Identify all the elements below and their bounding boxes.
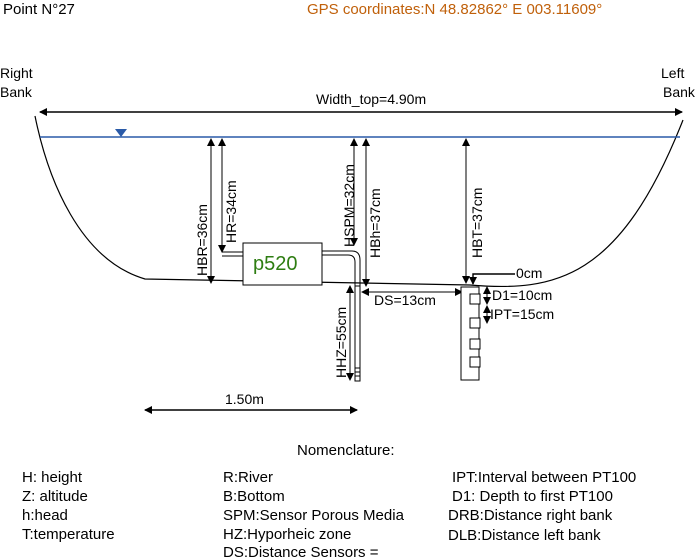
- nomenclature-item: h:head: [22, 507, 68, 524]
- zero-reference-arrow: [469, 273, 515, 285]
- nomenclature-item: B:Bottom: [223, 488, 285, 505]
- nomenclature-item: Z: altitude: [22, 488, 88, 505]
- d1-label: D1=10cm: [492, 287, 552, 303]
- pt100-sensor-3: [469, 338, 481, 350]
- nomenclature-item: H: height: [22, 469, 83, 486]
- nomenclature-item: D1: Depth to first PT100: [452, 488, 613, 505]
- pt100-sensor-1: [469, 293, 481, 305]
- hspm-label: HSPM=32cm: [341, 164, 357, 247]
- river-cross-section-diagram: Point N°27 GPS coordinates:N 48.82862° E…: [0, 0, 699, 558]
- left-bank-label-2: Bank: [663, 84, 696, 100]
- hbh-label: HBh=37cm: [367, 188, 383, 258]
- nomenclature-item: R:River: [223, 469, 274, 486]
- right-bank-label-1: Right: [0, 65, 33, 81]
- hbr-label: HBR=36cm: [194, 204, 210, 276]
- nomenclature-item: HZ:Hyporheic zone: [223, 526, 352, 543]
- ds-label: DS=13cm: [374, 292, 436, 308]
- porous-sensor-probe: [354, 285, 361, 382]
- riverbed-profile: [34, 115, 684, 288]
- p520-label: p520: [253, 253, 298, 275]
- water-level-icon: [115, 129, 127, 137]
- left-bank-label-1: Left: [661, 65, 684, 81]
- hhz-label: HHZ=55cm: [333, 307, 349, 378]
- zero-label: 0cm: [516, 265, 542, 281]
- scale-bar-label: 1.50m: [225, 391, 264, 407]
- nomenclature-title: Nomenclature:: [297, 442, 395, 459]
- nomenclature-item: T:temperature: [22, 526, 115, 543]
- pt100-sensor-4: [469, 356, 481, 368]
- nomenclature-item: DRB:Distance right bank: [448, 507, 613, 524]
- ipt-label: IPT=15cm: [490, 306, 554, 322]
- pt100-sensor-2: [469, 317, 481, 329]
- hbt-label: HBT=37cm: [469, 188, 485, 258]
- right-bank-label-2: Bank: [0, 84, 33, 100]
- nomenclature-item: IPT:Interval between PT100: [452, 469, 637, 486]
- nomenclature-item: DS:Distance Sensors =: [223, 544, 379, 558]
- nomenclature-item: DLB:Distance left bank: [448, 527, 601, 544]
- width-top-label: Width_top=4.90m: [316, 91, 426, 107]
- hr-label: HR=34cm: [223, 180, 239, 243]
- nomenclature-item: SPM:Sensor Porous Media: [223, 507, 404, 524]
